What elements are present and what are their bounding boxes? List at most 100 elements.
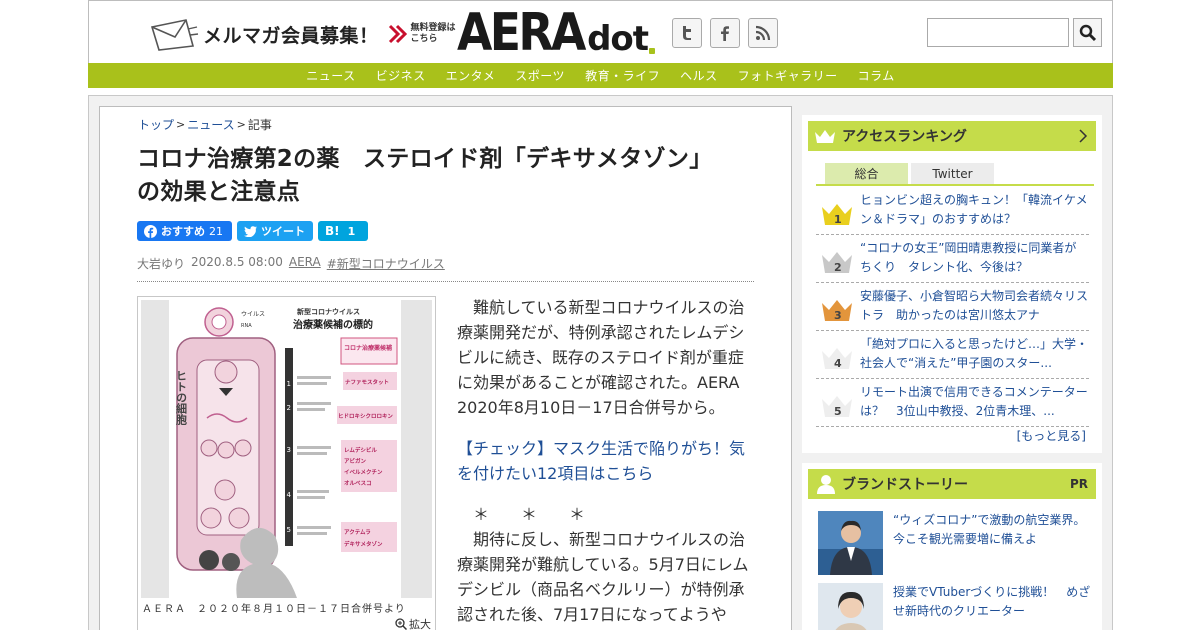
breadcrumb: トップ > ニュース > 記事 — [138, 116, 272, 133]
plain-crown-icon: 4 — [822, 348, 852, 370]
brand-story-panel: ブランドストーリー PR “ウィズコロナ”で激動の航空業界。今こそ観光需要増に備… — [802, 463, 1102, 630]
twitter-bird-icon — [244, 225, 257, 237]
fig-drug-1: ナファモスタット — [345, 378, 389, 386]
brand-header: ブランドストーリー PR — [808, 469, 1096, 499]
rank-number: 1 — [834, 213, 842, 226]
rank-number: 3 — [834, 309, 842, 322]
nav-item-news[interactable]: ニュース — [306, 67, 355, 84]
tab-twitter[interactable]: Twitter — [911, 163, 994, 184]
article-figure[interactable]: ウイルス RNA ヒトの細胞 新型コロナウイルス 治療薬候補の標的 1 2 3 … — [137, 296, 436, 630]
figure-zoom-button[interactable]: 拡大 — [395, 616, 431, 630]
breadcrumb-section[interactable]: ニュース — [187, 116, 234, 133]
fig-step-3: 3 — [287, 446, 291, 454]
ranking-item-4[interactable]: 4 「絶対プロに入ると思ったけど…」大学・社会人で“消えた”甲子園のスター... — [816, 331, 1089, 379]
virus-illustration — [204, 307, 234, 337]
mailmag-banner[interactable]: メルマガ会員募集！ 無料登録は こちら — [149, 17, 456, 51]
breadcrumb-home[interactable]: トップ — [138, 116, 174, 133]
nav-item-business[interactable]: ビジネス — [376, 67, 426, 84]
rank-badge: 3 — [816, 283, 860, 330]
ranking-item-text[interactable]: ヒョンビン超えの胸キュン！「韓流イケメン＆ドラマ」のおすすめは？ — [860, 187, 1088, 234]
article-author: 大岩ゆり — [137, 257, 186, 271]
nav-item-sports[interactable]: スポーツ — [515, 67, 565, 84]
tab-all[interactable]: 総合 — [825, 163, 908, 184]
byline-divider — [137, 281, 754, 282]
main-nav: ニュース ビジネス エンタメ スポーツ 教育・ライフ ヘルス フォトギャラリー … — [88, 63, 1113, 88]
infographic-image[interactable]: ウイルス RNA ヒトの細胞 新型コロナウイルス 治療薬候補の標的 1 2 3 … — [141, 300, 432, 598]
nav-item-entertainment[interactable]: エンタメ — [446, 67, 496, 84]
zoom-icon — [395, 618, 407, 630]
brand-thumbnail-1[interactable] — [818, 511, 883, 575]
bronze-crown-icon: 3 — [822, 300, 852, 322]
nav-item-photo-gallery[interactable]: フォトギャラリー — [738, 67, 838, 84]
check-link[interactable]: 【チェック】マスク生活で陥りがち！気を付けたい12項目はこちら — [457, 439, 745, 483]
ranking-item-1[interactable]: 1 ヒョンビン超えの胸キュン！「韓流イケメン＆ドラマ」のおすすめは？ — [816, 187, 1089, 235]
infographic-svg: ウイルス RNA ヒトの細胞 新型コロナウイルス 治療薬候補の標的 1 2 3 … — [169, 300, 401, 598]
ranking-item-2[interactable]: 2 “コロナの女王”岡田晴恵教授に同業者がちくり タレント化、今後は？ — [816, 235, 1089, 283]
mailmag-title: メルマガ会員募集！ — [203, 24, 379, 47]
search-input[interactable] — [927, 18, 1069, 47]
search-icon — [1079, 24, 1096, 41]
search-button[interactable] — [1073, 18, 1102, 47]
ranking-item-text[interactable]: 「絶対プロに入ると思ったけど…」大学・社会人で“消えた”甲子園のスター... — [860, 331, 1088, 378]
ranking-tab-underline — [816, 184, 1094, 186]
brand-item-1[interactable]: “ウィズコロナ”で激動の航空業界。今こそ観光需要増に備えよ — [818, 511, 1094, 575]
fig-drug-3d: オルベスコ — [344, 480, 372, 487]
ranking-item-text[interactable]: “コロナの女王”岡田晴恵教授に同業者がちくり タレント化、今後は？ — [860, 235, 1088, 282]
ranking-title: アクセスランキング — [842, 129, 967, 145]
nav-item-column[interactable]: コラム — [858, 67, 895, 84]
mailmag-sub-line2: こちら — [410, 34, 438, 44]
article-tag-link[interactable]: #新型コロナウイルス — [327, 255, 445, 272]
rss-link[interactable] — [748, 18, 778, 48]
breadcrumb-current: 記事 — [247, 118, 272, 132]
hatena-bookmark-button[interactable]: B! 1 — [318, 221, 368, 241]
article-paragraph-2: 期待に反し、新型コロナウイルスの治療薬開発が難航している。5月7日にレムデシビル… — [457, 530, 749, 624]
article-outlet-link[interactable]: AERA — [289, 255, 321, 272]
article-title-line2: の効果と注意点 — [137, 179, 301, 205]
facebook-recommend-button[interactable]: おすすめ 21 — [137, 221, 232, 241]
ranking-item-text[interactable]: リモート出演で信用できるコメンテーターは？ 3位山中教授、2位青木理、... — [860, 379, 1088, 426]
hatena-bookmark-icon: B! — [325, 224, 340, 238]
fig-candidates-title: コロナ治療薬候補 — [344, 344, 392, 352]
person-icon — [817, 475, 835, 494]
rank-number: 2 — [834, 261, 842, 274]
tweet-button[interactable]: ツイート — [237, 221, 313, 241]
facebook-recommend-label: おすすめ — [161, 225, 205, 238]
rank-number: 4 — [834, 357, 842, 370]
twitter-link[interactable] — [672, 18, 702, 48]
fig-drug-3b: アビガン — [344, 457, 367, 465]
ranking-item-3[interactable]: 3 安藤優子、小倉智昭ら大物司会者続々リストラ 助かったのは宮川悠太アナ — [816, 283, 1089, 331]
mailmag-subtext: 無料登録は こちら — [411, 23, 456, 45]
facebook-link[interactable] — [710, 18, 740, 48]
plain-crown-icon: 5 — [822, 396, 852, 418]
brand-item-text[interactable]: 授業でVTuberづくりに挑戦！ めざせ新時代のクリエーター — [893, 583, 1094, 630]
nav-item-health[interactable]: ヘルス — [680, 67, 718, 84]
article-separator-stars: ＊ ＊ ＊ — [457, 505, 586, 524]
article-title-line1: コロナ治療第2の薬 ステロイド剤「デキサメタゾン」 — [137, 146, 713, 172]
rank-badge: 2 — [816, 235, 860, 282]
rank-number: 5 — [834, 405, 842, 418]
brand-thumbnail-2[interactable] — [818, 583, 883, 630]
chevron-right-icon — [1079, 129, 1088, 143]
rank-badge: 5 — [816, 379, 860, 426]
tweet-label: ツイート — [261, 225, 305, 238]
figure-caption: ＡＥＲＡ ２０２０年８月１０日－１７日合併号より — [142, 604, 406, 615]
ranking-tabs: 総合 Twitter — [825, 163, 994, 184]
fig-label-cell: ヒトの細胞 — [175, 370, 188, 426]
fig-step-4: 4 — [287, 491, 292, 499]
ranking-item-5[interactable]: 5 リモート出演で信用できるコメンテーターは？ 3位山中教授、2位青木理、... — [816, 379, 1089, 427]
ranking-more-link[interactable]: [もっと見る] — [1017, 427, 1086, 444]
crown-icon — [815, 130, 835, 143]
site-logo[interactable]: AERA dot — [457, 7, 656, 59]
brand-item-2[interactable]: 授業でVTuberづくりに挑戦！ めざせ新時代のクリエーター — [818, 583, 1094, 630]
article-byline: 大岩ゆり 2020.8.5 08:00 AERA #新型コロナウイルス — [137, 255, 445, 272]
ranking-item-text[interactable]: 安藤優子、小倉智昭ら大物司会者続々リストラ 助かったのは宮川悠太アナ — [860, 283, 1088, 330]
ranking-header[interactable]: アクセスランキング — [808, 121, 1096, 151]
brand-item-text[interactable]: “ウィズコロナ”で激動の航空業界。今こそ観光需要増に備えよ — [893, 511, 1094, 575]
facebook-icon — [144, 224, 157, 238]
twitter-icon — [683, 26, 691, 40]
logo-dot-mark — [649, 48, 656, 54]
silver-crown-icon: 2 — [822, 252, 852, 274]
article-title: コロナ治療第2の薬 ステロイド剤「デキサメタゾン」 の効果と注意点 — [137, 143, 757, 209]
nav-item-education-life[interactable]: 教育・ライフ — [585, 67, 660, 84]
mailmag-sub-line1: 無料登録は — [410, 23, 456, 33]
